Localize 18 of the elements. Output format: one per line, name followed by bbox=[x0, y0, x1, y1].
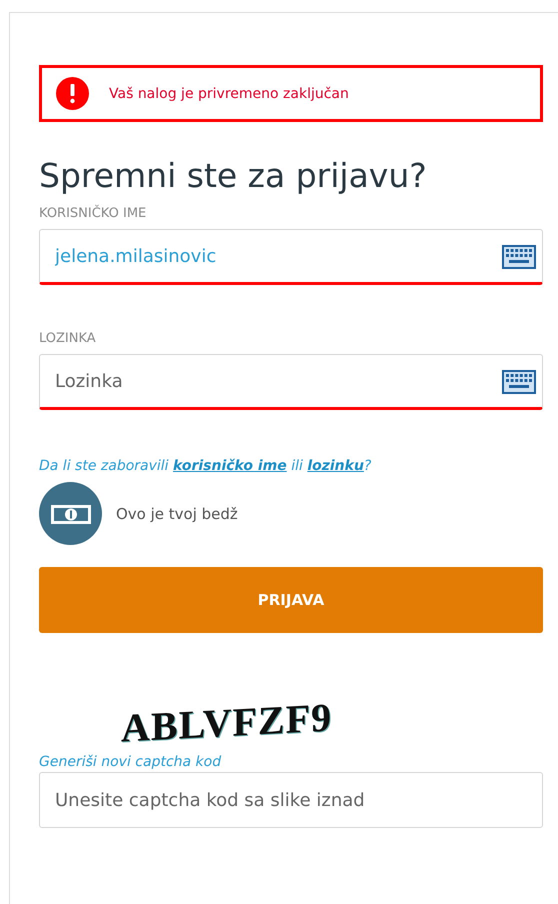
badge-text: Ovo je tvoj bedž bbox=[116, 504, 238, 522]
page-heading: Spremni ste za prijavu? bbox=[39, 155, 428, 197]
username-link[interactable]: korisničko ime bbox=[173, 458, 287, 474]
alert-message: Vaš nalog je privremeno zaključan bbox=[109, 86, 349, 102]
captcha-input-field[interactable]: Unesite captcha kod sa slike iznad bbox=[39, 772, 543, 828]
login-button[interactable]: PRIJAVA bbox=[39, 567, 543, 633]
field-label: LOZINKA bbox=[39, 331, 97, 346]
field-label: KORISNIČKO IME bbox=[39, 206, 148, 221]
keyboard-icon[interactable] bbox=[501, 369, 537, 395]
input-field[interactable]: Lozinka bbox=[39, 354, 543, 410]
keyboard-icon[interactable] bbox=[501, 244, 537, 270]
forgot-text: Da li ste zaboravili korisničko ime ili lozinku? bbox=[39, 458, 372, 474]
warning-icon bbox=[56, 77, 89, 110]
password-link[interactable]: lozinku bbox=[307, 458, 364, 474]
regenerate-captcha-link[interactable]: Generiši novi captcha kod bbox=[39, 754, 222, 770]
input-field[interactable]: jelena.milasinovic bbox=[39, 229, 543, 285]
captcha-image: ABLVFZF9 bbox=[121, 693, 332, 752]
banknote-icon bbox=[39, 482, 102, 545]
